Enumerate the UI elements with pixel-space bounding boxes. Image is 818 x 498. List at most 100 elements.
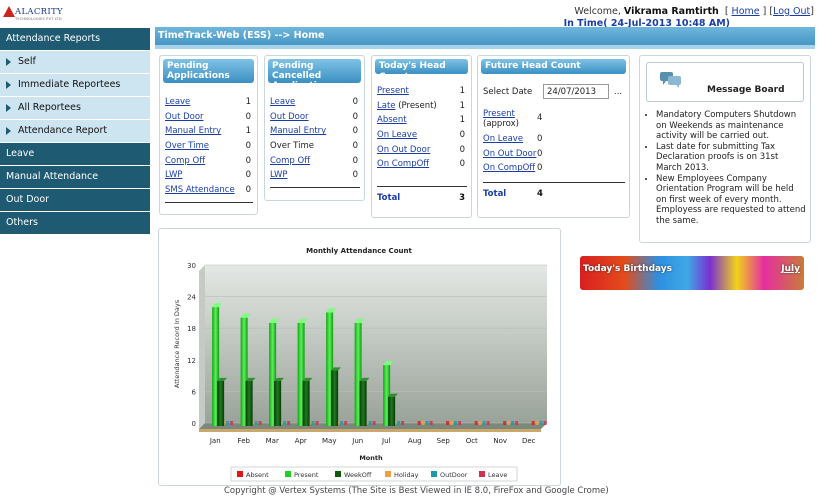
logo-tagline: TECHNOLOGIES PVT LTD [15,17,62,21]
y-tick-label: 24 [187,294,196,302]
x-tick-label: Aug [408,437,422,445]
future-on-leave-link[interactable]: On Leave [483,132,523,147]
bar-weekoff-mar [274,380,282,426]
plot-background [205,265,547,423]
today-total: Total 3 [372,187,471,203]
list-item: Comp Off 0 [165,154,253,169]
count-value: 0 [352,126,358,137]
floor-marker [507,421,511,425]
sidebar-item-attendance-report[interactable]: Attendance Report [0,120,150,142]
future-on-compoff-link[interactable]: On CompOff [483,161,535,176]
legend-box [230,466,518,482]
sidebar-item-manual-attendance[interactable]: Manual Attendance [0,166,150,188]
pending-compoff-link[interactable]: Comp Off [165,154,205,169]
count-value: 0 [537,163,543,174]
sidebar: Attendance Reports Self Immediate Report… [0,28,150,235]
sidebar-item-label: All Reportees [18,102,81,113]
floor-marker [458,421,462,425]
floor-marker [503,421,507,425]
date-picker-button[interactable]: ... [614,87,622,97]
legend-label: Present [294,471,319,479]
today-late-link[interactable]: Late [377,101,396,111]
message-item: New Employees Company Orientation Progra… [656,174,806,227]
sidebar-item-self[interactable]: Self [0,51,150,73]
pending-sms-attendance-link[interactable]: SMS Attendance [165,183,235,198]
sidebar-item-all-reportees[interactable]: All Reportees [0,97,150,119]
pending-lwp-link[interactable]: LWP [165,168,183,183]
pending-overtime-link[interactable]: Over Time [165,139,209,154]
panel-title: Pending Applications [163,59,254,83]
x-tick-label: Dec [522,437,536,445]
floor-marker [478,421,482,425]
x-tick-label: Nov [493,437,507,445]
list-item: Leave 0 [270,95,360,110]
count-value: 1 [245,126,251,137]
floor-marker [454,421,458,425]
user-name: Vikrama Ramtirth [623,6,719,17]
logo-name: ALACRITY [15,7,63,17]
triangle-right-icon [6,104,11,112]
count-value: 1 [245,97,251,107]
floor-marker [535,421,539,425]
logout-link[interactable]: Log Out [773,6,810,17]
future-on-outdoor-link[interactable]: On Out Door [483,147,536,162]
sidebar-item-label: Others [6,217,38,228]
legend-label: Leave [488,471,507,479]
count-value: 0 [459,159,465,170]
pending-manual-entry-link[interactable]: Manual Entry [165,124,221,139]
welcome-prefix: Welcome, [574,6,621,17]
x-tick-label: Mar [266,437,279,445]
y-tick-label: 12 [187,357,196,365]
today-on-leave-link[interactable]: On Leave [377,128,417,143]
bar-weekoff-apr [302,380,310,426]
message-board-panel: Message Board Mandatory Computers Shutdo… [639,55,811,243]
cancelled-manual-entry-link[interactable]: Manual Entry [270,124,326,139]
legend-swatch [385,471,391,477]
legend-swatch [431,471,437,477]
floor-marker [311,421,315,425]
count-value: 0 [245,185,251,196]
count-value: 0 [352,141,358,152]
today-on-compoff-link[interactable]: On CompOff [377,157,429,172]
count-value: 0 [245,141,251,152]
x-tick-label: Oct [466,437,478,445]
future-present-link[interactable]: Present [483,109,515,119]
cancelled-outdoor-link[interactable]: Out Door [270,110,309,125]
floor-marker [482,421,486,425]
cancelled-compoff-link[interactable]: Comp Off [270,154,310,169]
pending-leave-link[interactable]: Leave [165,95,190,110]
triangle-right-icon [6,58,11,66]
todays-birthdays-banner: Today's Birthdays July [580,256,804,290]
floor-marker [283,421,287,425]
home-link[interactable]: Home [732,6,760,17]
pending-outdoor-link[interactable]: Out Door [165,110,204,125]
list-item: Over Time 0 [270,139,360,154]
birthdays-month-link[interactable]: July [781,264,800,274]
list-item: Leave 1 [165,95,253,110]
today-present-link[interactable]: Present [377,84,409,99]
floor-marker [543,421,547,425]
sidebar-item-attendance-reports[interactable]: Attendance Reports [0,28,150,50]
legend-label: WeekOff [344,471,372,479]
floor-marker [515,421,519,425]
x-tick-label: Sep [437,437,451,445]
floor-marker [368,421,372,425]
sidebar-item-leave[interactable]: Leave [0,143,150,165]
floor-marker [429,421,433,425]
list-item: On Out Door 0 [483,147,625,162]
floor-marker [315,421,319,425]
cancelled-leave-link[interactable]: Leave [270,95,295,110]
sidebar-item-out-door[interactable]: Out Door [0,189,150,211]
message-list: Mandatory Computers Shutdown on Weekends… [656,110,806,227]
cancelled-lwp-link[interactable]: LWP [270,168,288,183]
future-head-count-panel: Future Head Count Select Date 24/07/2013… [477,55,630,218]
sidebar-item-others[interactable]: Others [0,212,150,234]
today-absent-link[interactable]: Absent [377,113,407,128]
floor-marker [539,421,543,425]
x-tick-label: Jan [209,437,221,445]
date-input[interactable]: 24/07/2013 [543,84,609,99]
floor-marker [401,421,405,425]
today-on-outdoor-link[interactable]: On Out Door [377,143,430,158]
sidebar-item-immediate-reportees[interactable]: Immediate Reportees [0,74,150,96]
floor-marker [372,421,376,425]
